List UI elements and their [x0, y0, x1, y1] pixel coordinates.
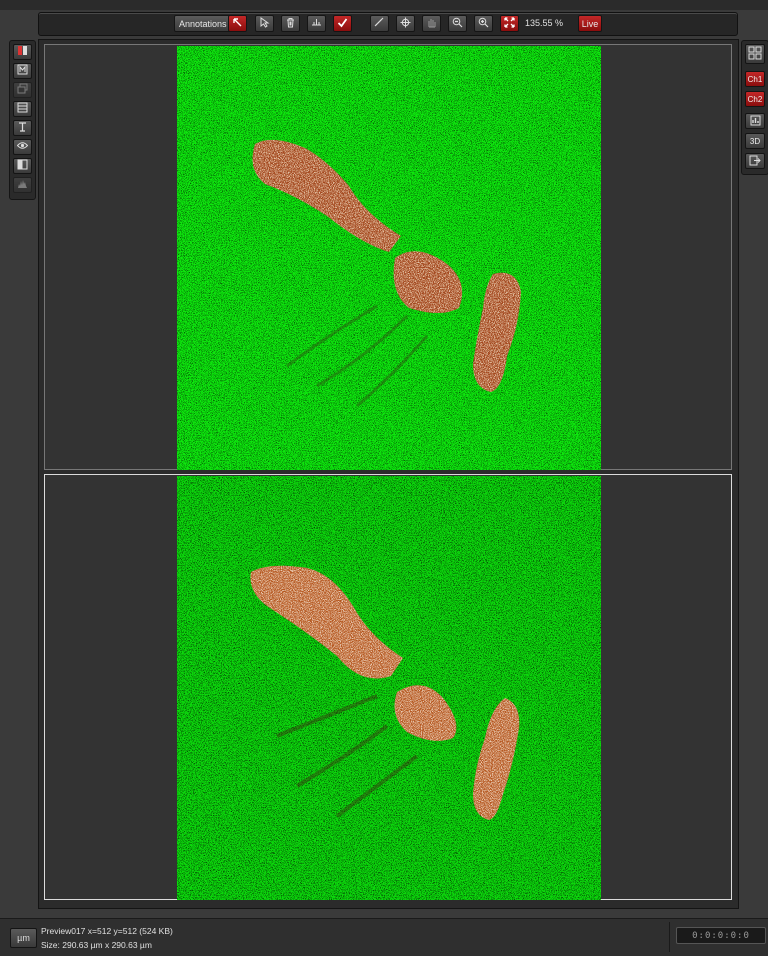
- chart-icon: [750, 115, 761, 128]
- confirm-button[interactable]: [333, 15, 352, 32]
- pan-button[interactable]: [422, 15, 441, 32]
- layout-button[interactable]: [745, 44, 765, 64]
- channel-2-pane[interactable]: [44, 474, 732, 900]
- zoom-in-icon: [478, 17, 489, 31]
- annotations-button[interactable]: Annotations: [174, 15, 232, 32]
- export-icon: [749, 155, 761, 168]
- image-toolbar: Annotations 135.55 % Live: [38, 12, 738, 36]
- draw-arrow-button[interactable]: [228, 15, 247, 32]
- image-viewer[interactable]: [38, 39, 739, 909]
- channel-2-image[interactable]: [177, 476, 601, 900]
- fit-window-icon: [504, 16, 515, 31]
- zoom-out-icon: [452, 17, 463, 31]
- export-button[interactable]: [745, 153, 765, 169]
- color-channel-button[interactable]: [13, 44, 32, 60]
- timer-display: 0:0:0:0:0: [676, 927, 766, 944]
- channel-settings-button[interactable]: [13, 63, 32, 79]
- select-arrow-button[interactable]: [255, 15, 274, 32]
- status-divider: [669, 922, 670, 952]
- hand-icon: [426, 17, 437, 31]
- contrast-button[interactable]: [13, 158, 32, 174]
- view-3d-button[interactable]: 3D: [745, 133, 765, 149]
- grid-layout-icon: [748, 46, 762, 62]
- select-arrow-icon: [259, 16, 270, 31]
- histogram-icon: [17, 176, 28, 194]
- delete-button[interactable]: [281, 15, 300, 32]
- check-icon: [337, 17, 348, 31]
- crosshair-icon: [400, 17, 411, 31]
- ruler-button[interactable]: [370, 15, 389, 32]
- ruler-icon: [374, 17, 385, 31]
- baseline-button[interactable]: [307, 15, 326, 32]
- image-size-text: Size: 290.63 µm x 290.63 µm: [41, 940, 152, 950]
- ch1-button[interactable]: Ch1: [745, 71, 765, 87]
- channel-settings-icon: [17, 62, 28, 80]
- image-info-text: Preview017 x=512 y=512 (524 KB): [41, 926, 173, 936]
- visibility-button[interactable]: [13, 139, 32, 155]
- stack-button[interactable]: [13, 82, 32, 98]
- top-strip: [0, 0, 768, 10]
- layers-icon: [17, 100, 28, 118]
- zoom-out-button[interactable]: [448, 15, 467, 32]
- stack-icon: [17, 81, 28, 99]
- crosshair-button[interactable]: [396, 15, 415, 32]
- text-tool-icon: [17, 119, 28, 137]
- draw-arrow-icon: [232, 17, 243, 31]
- zoom-in-button[interactable]: [474, 15, 493, 32]
- baseline-icon: [311, 17, 322, 31]
- color-channel-icon: [17, 43, 28, 61]
- text-tool-button[interactable]: [13, 120, 32, 136]
- unit-button[interactable]: µm: [10, 928, 37, 948]
- ch2-button[interactable]: Ch2: [745, 91, 765, 107]
- right-tool-panel: Ch1 Ch2 3D: [741, 40, 768, 175]
- chart-button[interactable]: [745, 113, 765, 129]
- layers-button[interactable]: [13, 101, 32, 117]
- left-tool-panel: [9, 40, 36, 200]
- histogram-button[interactable]: [13, 177, 32, 193]
- channel-1-pane[interactable]: [44, 44, 732, 470]
- zoom-level-label: 135.55 %: [525, 18, 564, 28]
- trash-icon: [285, 17, 296, 31]
- channel-1-image[interactable]: [177, 46, 601, 470]
- live-button[interactable]: Live: [578, 15, 602, 32]
- eye-icon: [16, 138, 29, 156]
- fit-window-button[interactable]: [500, 15, 519, 32]
- status-bar: [0, 918, 768, 956]
- contrast-icon: [17, 157, 28, 175]
